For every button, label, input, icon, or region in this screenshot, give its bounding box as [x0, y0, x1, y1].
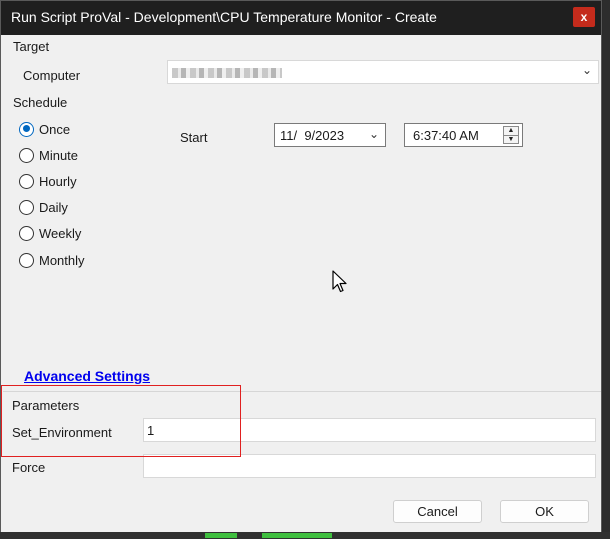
close-button[interactable]: x [573, 7, 595, 27]
radio-once[interactable]: Once [19, 120, 70, 138]
dialog-footer: Cancel OK [1, 490, 601, 532]
radio-monthly[interactable]: Monthly [19, 251, 85, 269]
radio-label: Minute [39, 147, 79, 163]
chevron-down-icon[interactable]: ⌄ [582, 63, 592, 77]
radio-button[interactable] [19, 173, 34, 189]
radio-label: Once [39, 121, 71, 137]
radio-label: Daily [39, 199, 68, 215]
start-label: Start [180, 130, 208, 145]
computer-label: Computer [23, 68, 81, 83]
advanced-settings-link[interactable]: Advanced Settings [24, 368, 150, 384]
radio-button[interactable] [19, 252, 34, 268]
start-date-picker[interactable]: 11/ 9/2023 ⌄ [274, 123, 386, 147]
title-bar[interactable]: Run Script ProVal - Development\CPU Temp… [1, 1, 601, 35]
highlight-annotation [1, 385, 241, 457]
radio-hourly[interactable]: Hourly [19, 172, 77, 190]
radio-label: Weekly [39, 225, 82, 241]
radio-label: Monthly [39, 252, 85, 268]
cancel-button[interactable]: Cancel [393, 500, 482, 523]
radio-button[interactable] [19, 199, 34, 215]
computer-value-redacted [172, 68, 282, 78]
time-spinner[interactable]: ▲ ▼ [503, 126, 519, 144]
force-label: Force [12, 460, 46, 475]
run-script-dialog: Run Script ProVal - Development\CPU Temp… [0, 0, 602, 532]
window-title: Run Script ProVal - Development\CPU Temp… [11, 9, 437, 25]
background-green-mark [262, 533, 332, 538]
background-window-edge [603, 0, 610, 539]
radio-button[interactable] [19, 147, 34, 163]
background-green-mark [205, 533, 237, 538]
force-input[interactable] [143, 454, 596, 478]
radio-button-checked[interactable] [19, 121, 34, 137]
radio-weekly[interactable]: Weekly [19, 224, 81, 242]
chevron-down-icon[interactable]: ⌄ [369, 127, 379, 141]
radio-daily[interactable]: Daily [19, 198, 68, 216]
mouse-pointer-icon [332, 270, 347, 293]
radio-label: Hourly [39, 173, 77, 189]
start-time-picker[interactable]: 6:37:40 AM ▲ ▼ [404, 123, 523, 147]
target-section-label: Target [13, 39, 50, 54]
radio-minute[interactable]: Minute [19, 146, 78, 164]
radio-button[interactable] [19, 225, 34, 241]
start-date-value: 11/ 9/2023 [280, 128, 345, 143]
computer-dropdown[interactable]: ⌄ [167, 60, 599, 84]
spin-down-icon[interactable]: ▼ [504, 135, 518, 143]
ok-button[interactable]: OK [500, 500, 589, 523]
schedule-section-label: Schedule [13, 95, 68, 110]
spin-up-icon[interactable]: ▲ [504, 127, 518, 135]
start-time-value: 6:37:40 AM [413, 128, 479, 143]
